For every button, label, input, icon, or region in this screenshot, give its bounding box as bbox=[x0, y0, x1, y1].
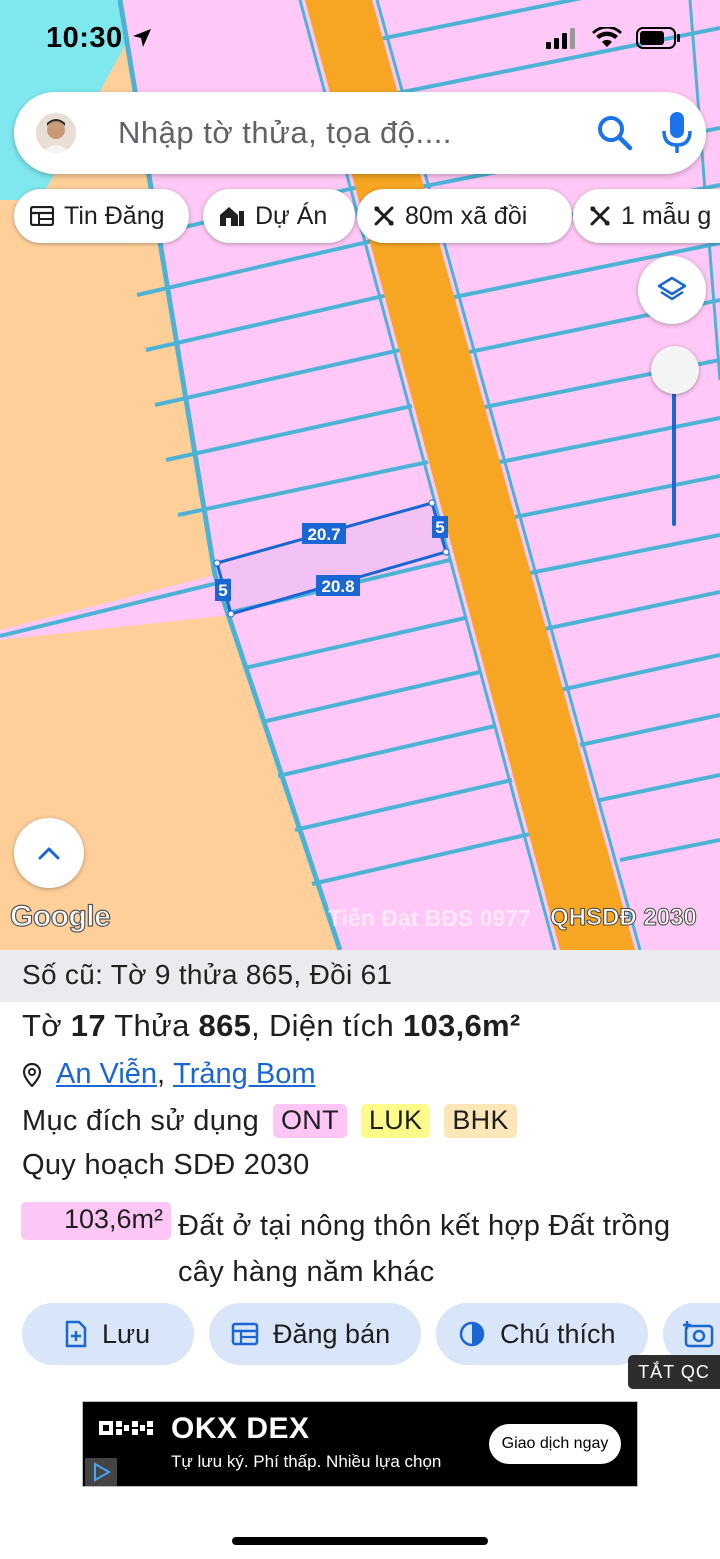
battery-icon bbox=[636, 27, 680, 49]
filter-chips: Tin Đăng Dự Án 80m xã đồi 1 mẫu g bbox=[14, 189, 720, 243]
parcel-title: Tờ 17 Thửa 865, Diện tích 103,6m² bbox=[22, 1008, 521, 1043]
post-sale-button[interactable]: Đăng bán bbox=[209, 1303, 421, 1365]
microphone-icon bbox=[662, 112, 692, 153]
purpose-badge-ont: ONT bbox=[273, 1104, 347, 1138]
status-bar: 10:30 bbox=[0, 0, 720, 80]
wifi-icon bbox=[592, 27, 622, 47]
home-indicator bbox=[232, 1537, 488, 1545]
layer-label: QHSDĐ 2030 bbox=[550, 904, 698, 932]
action-buttons: Lưu Đăng bán Chú thích bbox=[22, 1303, 720, 1365]
plot-number: 865 bbox=[198, 1008, 252, 1043]
chip-label: 80m xã đồi bbox=[405, 201, 528, 230]
measure-top: 20.7 bbox=[307, 525, 340, 544]
chip-label: Tin Đăng bbox=[64, 201, 165, 230]
contrast-icon bbox=[459, 1321, 485, 1347]
chip-du-an[interactable]: Dự Án bbox=[203, 189, 355, 243]
layers-button[interactable] bbox=[638, 256, 706, 324]
plan-area-badge: 103,6m² bbox=[21, 1202, 171, 1240]
old-parcel-info: Số cũ: Tờ 9 thửa 865, Đồi 61 bbox=[0, 950, 720, 1002]
plan-label: Quy hoạch SDĐ 2030 bbox=[22, 1149, 310, 1181]
signal-icon bbox=[546, 28, 575, 49]
project-icon bbox=[220, 207, 244, 226]
measure-bottom: 20.8 bbox=[321, 577, 354, 596]
add-file-icon bbox=[65, 1320, 87, 1348]
voice-search-button[interactable] bbox=[659, 110, 695, 156]
plan-description: Đất ở tại nông thôn kết hợp Đất trồng câ… bbox=[178, 1210, 671, 1288]
purpose-badge-bhk: BHK bbox=[444, 1104, 517, 1138]
expand-panel-button[interactable] bbox=[14, 818, 84, 888]
save-button[interactable]: Lưu bbox=[22, 1303, 194, 1365]
google-logo: Google bbox=[9, 899, 111, 933]
chip-tin-dang[interactable]: Tin Đăng bbox=[14, 189, 189, 243]
layers-icon bbox=[657, 276, 687, 301]
chevron-up-icon bbox=[38, 847, 60, 860]
listing-icon bbox=[231, 1322, 259, 1346]
location-row: An Viễn, Trảng Bom bbox=[22, 1058, 315, 1091]
chip-80m-xa-doi[interactable]: 80m xã đồi bbox=[357, 189, 572, 243]
add-photo-icon bbox=[683, 1321, 714, 1348]
ad-banner[interactable]: OKX DEX Tự lưu ký. Phí thấp. Nhiều lựa c… bbox=[82, 1401, 638, 1487]
chip-label: 1 mẫu g bbox=[621, 201, 712, 230]
parcel-area: 103,6m² bbox=[402, 1008, 521, 1043]
purpose-badge-luk: LUK bbox=[360, 1104, 431, 1138]
map-view[interactable]: 20.7 20.8 5 5 10:30 Nhập tờ thửa, tọa độ… bbox=[0, 0, 720, 950]
status-icons bbox=[546, 26, 682, 50]
purpose-label: Mục đích sử dụng bbox=[22, 1104, 259, 1137]
search-button[interactable] bbox=[594, 112, 636, 154]
location-arrow-icon bbox=[133, 29, 152, 47]
user-photo-icon bbox=[36, 113, 76, 153]
search-bar[interactable] bbox=[14, 92, 706, 174]
commune-link[interactable]: An Viễn bbox=[56, 1058, 157, 1091]
listing-icon bbox=[30, 206, 54, 226]
okx-logo-icon bbox=[99, 1421, 153, 1435]
location-pin-icon bbox=[22, 1062, 42, 1087]
measure-right: 5 bbox=[435, 518, 444, 537]
sheet-number: 17 bbox=[70, 1008, 106, 1043]
legend-button[interactable]: Chú thích bbox=[436, 1303, 648, 1365]
search-input[interactable] bbox=[118, 114, 558, 152]
status-time: 10:30 bbox=[46, 22, 153, 55]
ad-subtitle: Tự lưu ký. Phí thấp. Nhiều lựa chọn bbox=[171, 1452, 442, 1471]
chip-label: Dự Án bbox=[255, 201, 328, 230]
district-link[interactable]: Trảng Bom bbox=[173, 1058, 315, 1091]
avatar[interactable] bbox=[36, 113, 76, 153]
measure-left: 5 bbox=[218, 581, 227, 600]
ruler-icon bbox=[590, 206, 610, 226]
ad-cta-button[interactable]: Giao dịch ngay bbox=[489, 1424, 621, 1464]
ruler-icon bbox=[374, 206, 394, 226]
opacity-slider-thumb[interactable] bbox=[651, 346, 699, 394]
ad-choices-icon[interactable] bbox=[85, 1458, 117, 1486]
chip-1-mau[interactable]: 1 mẫu g bbox=[573, 189, 720, 243]
watermark: Tiến Đạt BĐS 0977 bbox=[328, 905, 531, 931]
hide-ads-button[interactable]: TẮT QC bbox=[628, 1355, 720, 1389]
search-icon bbox=[598, 116, 633, 151]
land-use-purpose: Mục đích sử dụng ONT LUK BHK bbox=[22, 1104, 517, 1138]
ad-title: OKX DEX bbox=[171, 1412, 310, 1445]
